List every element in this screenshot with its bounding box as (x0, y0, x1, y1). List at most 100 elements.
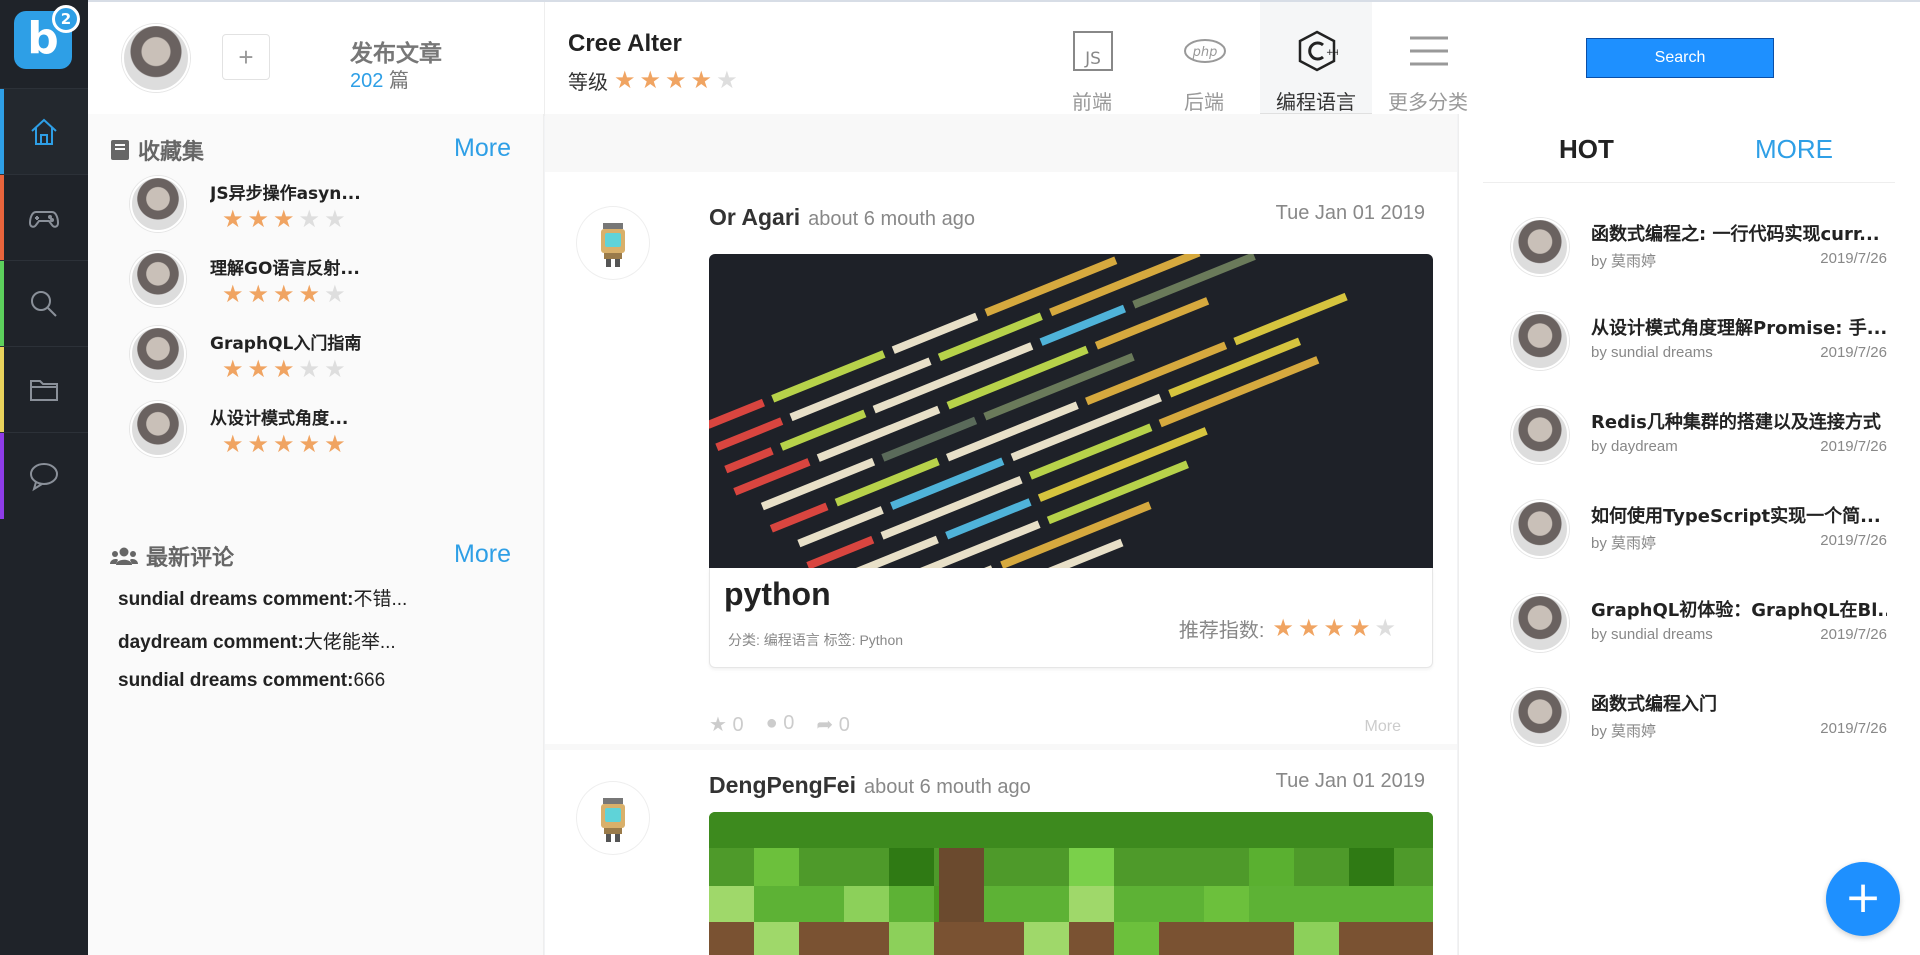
post-more-link[interactable]: More (1365, 718, 1401, 736)
floating-add-button[interactable]: + (1826, 862, 1900, 936)
article-card: Or Agari about 6 mouth ago Tue Jan 01 201… (545, 172, 1457, 744)
hot-item-author: by sundial dreams (1591, 626, 1713, 643)
robot-avatar[interactable] (577, 207, 649, 279)
user-avatar[interactable] (122, 24, 190, 92)
share-action[interactable]: ➦ 0 (816, 712, 849, 737)
menu-icon (1410, 36, 1448, 66)
rail-item-home[interactable] (0, 88, 88, 175)
rail-item-search[interactable] (0, 260, 88, 347)
star-icon: ★ (1297, 614, 1320, 642)
comment-item[interactable]: sundial dreams comment:不错... (118, 584, 407, 611)
comment-item[interactable]: daydream comment:大佬能举... (118, 627, 396, 654)
home-icon (31, 118, 57, 145)
php-icon: php (1184, 39, 1226, 63)
publish-count-number: 202 (350, 70, 384, 92)
comment-user: sundial dreams comment: (118, 589, 354, 610)
category-backend[interactable]: php 后端 (1148, 2, 1260, 116)
comments-more-link[interactable]: More (454, 540, 511, 569)
category-label: 编程语言 (1276, 92, 1356, 114)
hot-item-author: by sundial dreams (1591, 344, 1713, 361)
search-icon (31, 291, 57, 317)
hot-item-author: by daydream (1591, 438, 1678, 455)
robot-icon (601, 798, 625, 842)
star-icon: ★ (1348, 614, 1371, 642)
favorite-item[interactable]: 理解GO语言反射... ★ ★ ★ ★ ★ (130, 251, 510, 321)
favorite-item[interactable]: 从设计模式角度... ★ ★ ★ ★ ★ (130, 401, 510, 471)
post-meta: 分类: 编程语言 标签: Python (728, 632, 904, 648)
recommend-label: 推荐指数: (1178, 620, 1265, 642)
publish-label: 发布文章 (350, 41, 442, 67)
comment-action[interactable]: ● 0 (766, 712, 795, 737)
comment-text: 666 (353, 670, 386, 691)
post-actions: ★ 0 ● 0 ➦ 0 (709, 712, 850, 737)
post-author[interactable]: DengPengFei about 6 mouth ago (709, 772, 1031, 799)
avatar (130, 401, 186, 457)
post-title[interactable]: python (724, 576, 831, 613)
svg-text:JS: JS (1084, 49, 1101, 69)
hot-panel: HOT MORE 函数式编程之: 一行代码实现curr... by 莫雨婷 20… (1458, 114, 1920, 955)
category-more[interactable]: 更多分类 (1372, 2, 1484, 116)
hot-item[interactable]: Redis几种集群的搭建以及连接方式 by daydream 2019/7/26 (1511, 406, 1891, 476)
favorite-title: 理解GO语言反射... (210, 259, 360, 279)
post-cover-image[interactable] (709, 812, 1433, 955)
post-author[interactable]: Or Agari about 6 mouth ago (709, 204, 975, 231)
hot-item[interactable]: 函数式编程入门 by 莫雨婷 2019/7/26 (1511, 688, 1891, 758)
like-action[interactable]: ★ 0 (709, 712, 744, 737)
hot-divider (1483, 182, 1895, 183)
folder-icon (30, 380, 58, 401)
star-icon: ★ (1323, 614, 1345, 642)
user-level: 等级 ★ ★ ★ ★ ★ (568, 66, 738, 95)
hot-item[interactable]: 从设计模式角度理解Promise: 手... by sundial dreams… (1511, 312, 1891, 382)
hot-item-date: 2019/7/26 (1820, 720, 1887, 737)
favorite-rating: ★ ★ ★ ★ ★ (222, 283, 346, 307)
favorite-item[interactable]: JS异步操作asyn... ★ ★ ★ ★ ★ (130, 176, 510, 246)
robot-avatar[interactable] (577, 782, 649, 854)
category-frontend[interactable]: JS 前端 (1036, 2, 1148, 116)
star-icon: ★ (273, 281, 295, 308)
star-icon: ★ (324, 281, 346, 308)
minecraft-grass-image (709, 812, 1433, 955)
add-button[interactable]: + (222, 34, 270, 80)
header-divider (544, 2, 545, 116)
search-button[interactable]: Search (1586, 38, 1774, 78)
favorite-item[interactable]: GraphQL入门指南 ★ ★ ★ ★ ★ (130, 326, 510, 396)
hot-item[interactable]: 如何使用TypeScript实现一个简... by 莫雨婷 2019/7/26 (1511, 500, 1891, 570)
hot-more-link[interactable]: MORE (1755, 134, 1833, 165)
comments-title: 最新评论 (146, 546, 235, 571)
hot-item[interactable]: GraphQL初体验：GraphQL在Bl... by sundial drea… (1511, 594, 1891, 664)
category-languages[interactable]: ++ 编程语言 (1260, 2, 1372, 116)
rail-accent-bar (0, 89, 4, 175)
post-recommend: 推荐指数: ★ ★ ★ ★ ★ (1179, 614, 1396, 643)
favorite-title: GraphQL入门指南 (210, 334, 362, 354)
post-cover-image[interactable] (709, 254, 1433, 568)
avatar (1511, 406, 1569, 464)
rail-accent-bar (0, 433, 4, 519)
comment-item[interactable]: sundial dreams comment:666 (118, 670, 385, 692)
post-age: about 6 mouth ago (808, 208, 975, 230)
star-icon: ★ (324, 431, 346, 458)
author-name: DengPengFei (709, 772, 856, 798)
hot-item[interactable]: 函数式编程之: 一行代码实现curr... by 莫雨婷 2019/7/26 (1511, 218, 1891, 288)
comment-user: daydream comment: (118, 632, 304, 653)
app-logo[interactable]: b 2 (14, 5, 80, 69)
hot-item-title: GraphQL初体验：GraphQL在Bl... (1591, 600, 1887, 621)
favorites-more-link[interactable]: More (454, 134, 511, 163)
rail-item-folder[interactable] (0, 346, 88, 433)
hot-title: HOT (1559, 134, 1614, 164)
star-icon: ★ (614, 66, 636, 94)
star-icon: ★ (298, 431, 321, 458)
rail-item-games[interactable] (0, 174, 88, 261)
gamepad-icon (28, 211, 60, 228)
rail-item-chat[interactable] (0, 432, 88, 519)
level-stars: ★ ★ ★ ★ ★ (614, 66, 738, 94)
book-icon (111, 140, 129, 160)
hot-item-date: 2019/7/26 (1820, 626, 1887, 643)
code-image (709, 254, 1433, 568)
favorites-heading: 收藏集 (110, 134, 204, 166)
like-count: 0 (732, 714, 744, 736)
star-icon: ★ (1374, 614, 1396, 642)
comment-user: sundial dreams comment: (118, 670, 354, 691)
avatar (1511, 312, 1569, 370)
robot-icon (601, 223, 625, 267)
hot-item-title: 函数式编程入门 (1591, 694, 1717, 715)
